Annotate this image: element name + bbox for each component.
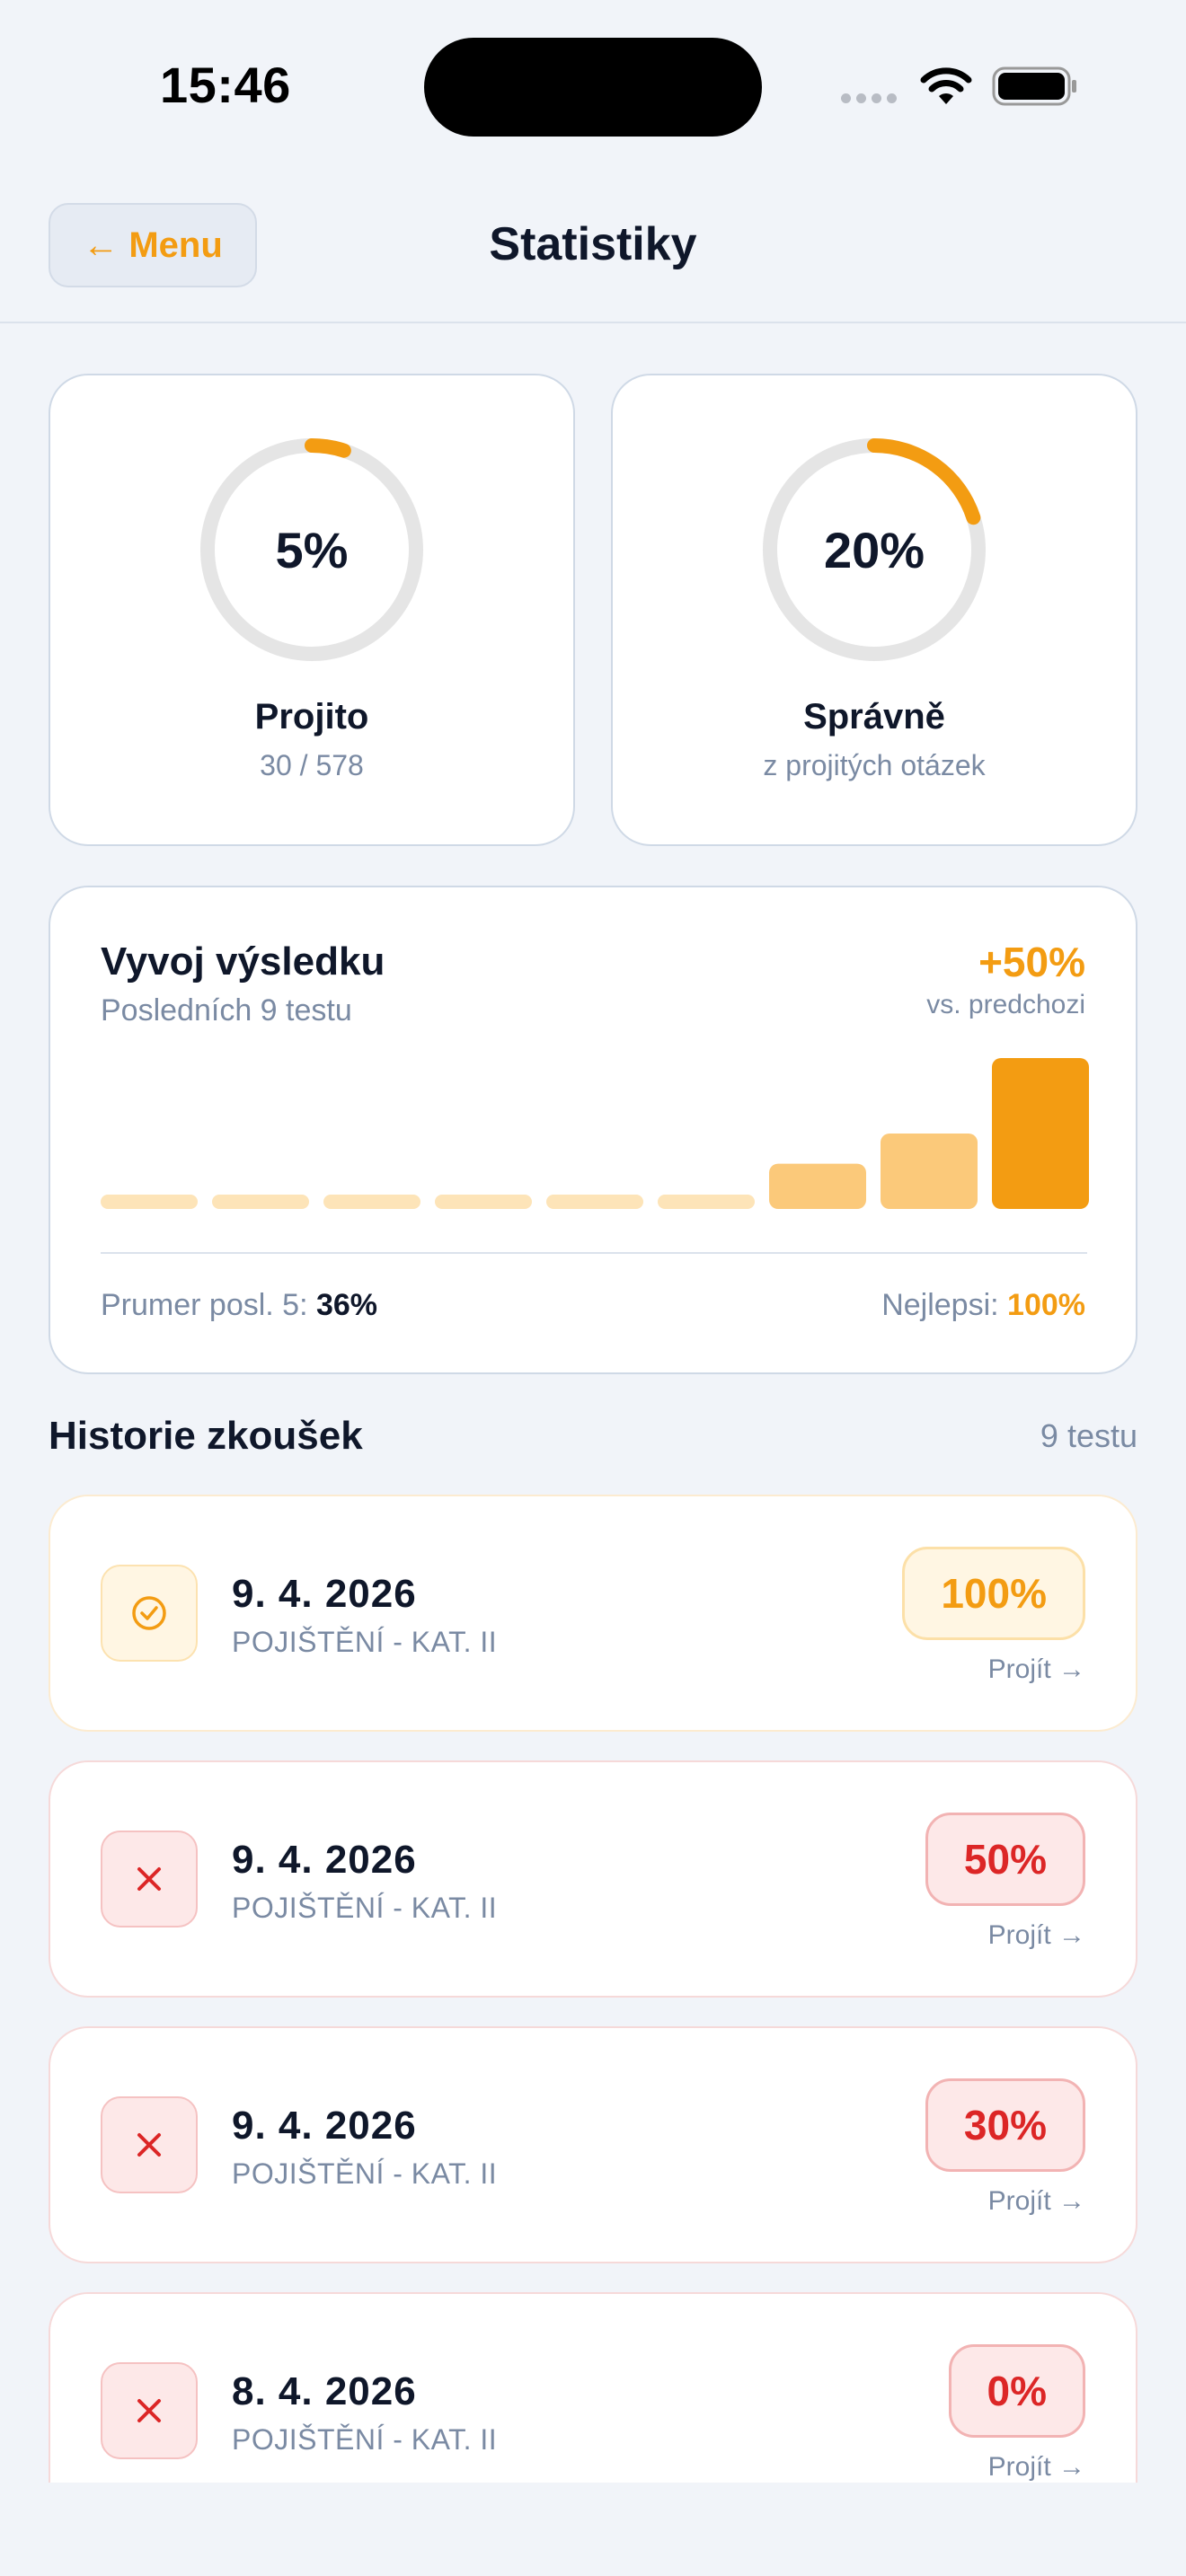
chart-divider xyxy=(101,1252,1087,1254)
review-link[interactable]: Projít → xyxy=(988,1920,1085,1951)
history-item[interactable]: 9. 4. 2026 POJIŠTĚNÍ - KAT. II 100% Proj… xyxy=(49,1495,1137,1732)
progress-ring: 5% xyxy=(197,435,427,665)
history-count: 9 testu xyxy=(1040,1417,1137,1454)
progress-percent: 5% xyxy=(275,521,349,578)
check-circle-icon xyxy=(101,1565,198,1662)
trend-bar xyxy=(546,1195,643,1209)
progress-card: 5% Projito 30 / 578 xyxy=(49,374,575,846)
history-score-badge: 0% xyxy=(948,2344,1085,2438)
review-link[interactable]: Projít → xyxy=(988,2452,1085,2483)
trend-card: Vyvoj výsledku Posledních 9 testu +50% v… xyxy=(49,886,1137,1374)
average-stat: Prumer posl. 5: 36% xyxy=(101,1288,377,1323)
trend-subtitle: Posledních 9 testu xyxy=(101,993,352,1028)
correct-card: 20% Správně z projitých otázek xyxy=(611,374,1137,846)
history-score-badge: 30% xyxy=(925,2078,1085,2172)
progress-label: Projito xyxy=(254,697,369,737)
history-item[interactable]: 9. 4. 2026 POJIŠTĚNÍ - KAT. II 30% Projí… xyxy=(49,2026,1137,2263)
close-icon xyxy=(101,1831,198,1928)
battery-icon xyxy=(992,66,1076,106)
correct-ring: 20% xyxy=(759,435,989,665)
trend-bar-chart xyxy=(101,1058,1089,1209)
trend-delta-sub: vs. predchozi xyxy=(926,990,1085,1019)
average-value: 36% xyxy=(315,1288,378,1322)
trend-title: Vyvoj výsledku xyxy=(101,940,385,984)
history-category: POJIŠTĚNÍ - KAT. II xyxy=(232,1892,498,1924)
status-bar: 15:46 xyxy=(0,0,1186,171)
review-link[interactable]: Projít → xyxy=(988,2186,1085,2217)
history-date: 9. 4. 2026 xyxy=(232,1572,417,1616)
best-stat: Nejlepsi: 100% xyxy=(881,1288,1085,1323)
average-label: Prumer posl. 5: xyxy=(101,1288,316,1322)
close-icon xyxy=(101,2096,198,2193)
dynamic-island xyxy=(424,38,762,137)
history-list[interactable]: 9. 4. 2026 POJIŠTĚNÍ - KAT. II 100% Proj… xyxy=(0,1491,1186,2483)
history-date: 9. 4. 2026 xyxy=(232,1838,417,1882)
nav-header: ← Menu Statistiky xyxy=(0,171,1186,323)
history-score-badge: 50% xyxy=(925,1813,1085,1906)
history-item[interactable]: 8. 4. 2026 POJIŠTĚNÍ - KAT. II 0% Projít… xyxy=(49,2292,1137,2483)
correct-label: Správně xyxy=(803,697,945,737)
correct-sub: z projitých otázek xyxy=(763,749,986,781)
progress-count: 30 / 578 xyxy=(260,749,364,781)
trend-bar xyxy=(101,1195,198,1209)
trend-bar xyxy=(881,1134,978,1209)
history-category: POJIŠTĚNÍ - KAT. II xyxy=(232,1626,498,1658)
trend-delta: +50% xyxy=(978,939,1085,985)
trend-bar xyxy=(769,1163,866,1209)
trend-bar xyxy=(992,1058,1089,1209)
wifi-icon xyxy=(920,67,972,104)
best-value: 100% xyxy=(1007,1288,1085,1322)
cellular-signal-icon xyxy=(841,93,897,103)
trend-bar xyxy=(212,1195,309,1209)
history-date: 8. 4. 2026 xyxy=(232,2369,417,2413)
page-title: Statistiky xyxy=(489,218,697,270)
history-date: 9. 4. 2026 xyxy=(232,2104,417,2148)
close-icon xyxy=(101,2362,198,2459)
trend-bar xyxy=(658,1195,755,1209)
review-link[interactable]: Projít → xyxy=(988,1654,1085,1685)
status-time: 15:46 xyxy=(160,57,291,113)
history-category: POJIŠTĚNÍ - KAT. II xyxy=(232,2423,498,2456)
trend-bar xyxy=(435,1195,532,1209)
history-category: POJIŠTĚNÍ - KAT. II xyxy=(232,2157,498,2190)
history-item[interactable]: 9. 4. 2026 POJIŠTĚNÍ - KAT. II 50% Projí… xyxy=(49,1760,1137,1998)
history-title: Historie zkoušek xyxy=(49,1414,363,1458)
history-score-badge: 100% xyxy=(902,1547,1085,1640)
correct-percent: 20% xyxy=(823,521,925,578)
best-label: Nejlepsi: xyxy=(881,1288,1008,1322)
trend-bar xyxy=(323,1195,420,1209)
